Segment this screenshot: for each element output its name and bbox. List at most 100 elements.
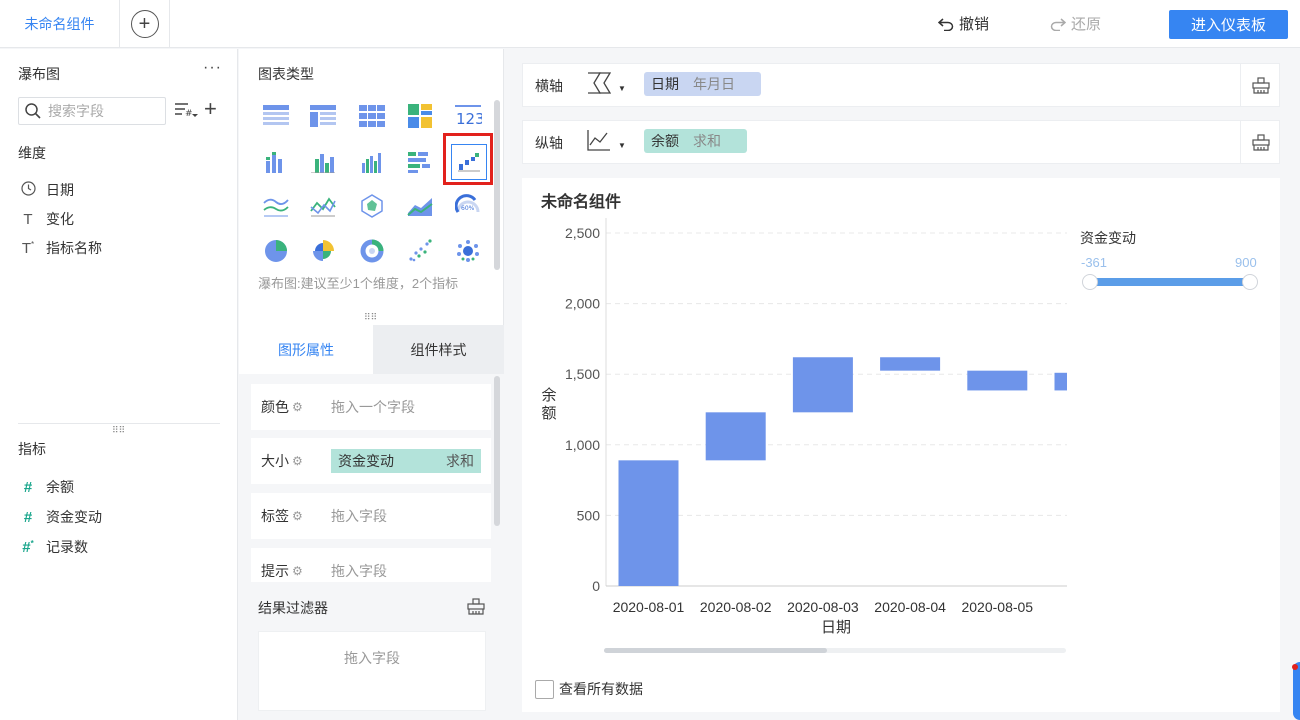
x-axis-clear-button[interactable] [1240,64,1280,106]
number-card-icon[interactable]: 123 [451,99,485,133]
donut-chart-icon[interactable] [355,234,389,268]
gear-icon[interactable]: ⚙ [292,454,303,468]
field-sort-icon[interactable]: # [174,101,198,122]
legend-range-slider[interactable] [1089,278,1256,286]
filter-clear-icon[interactable] [467,598,485,618]
view-all-data-toggle[interactable]: 查看所有数据 [535,679,643,699]
undo-label: 撤销 [959,16,990,33]
property-tabs: 图形属性 组件样式 [239,325,504,374]
tab-unnamed-widget[interactable]: 未命名组件 [0,0,120,48]
panel-resize-grip[interactable]: ⠿⠿ [112,425,125,436]
add-tab-button[interactable]: + [120,0,170,48]
legend-min-value: -361 [1081,255,1108,270]
scatter-chart-icon[interactable] [403,234,437,268]
axis-sort-icon[interactable] [587,72,612,97]
gear-icon[interactable]: ⚙ [292,564,303,578]
filter-placeholder: 拖入字段 [344,650,400,666]
tab-component-style[interactable]: 组件样式 [373,325,504,374]
drop-zone-tooltip[interactable]: 拖入字段 [331,561,387,581]
grid-table-icon[interactable] [355,99,389,133]
gear-icon[interactable]: ⚙ [292,400,303,414]
chip-agg: 求和 [446,453,474,469]
metric-item-fund-change[interactable]: # 资金变动 [20,507,102,527]
prop-row-tooltip[interactable]: 提示 ⚙ 拖入字段 [251,548,491,582]
x-axis-field-chip[interactable]: 日期 年月日 [644,72,761,96]
horizontal-bar-icon[interactable] [403,145,437,179]
prop-row-color[interactable]: 颜色 ⚙ 拖入一个字段 [251,384,491,430]
x-tick-label: 2020-08-02 [700,599,772,615]
y-tick-label: 0 [592,578,600,594]
panel-divider [18,423,220,424]
y-tick-label: 2,500 [565,225,600,241]
y-axis-clear-button[interactable] [1240,121,1280,163]
waterfall-chart: 0 500 1,000 1,500 2,000 2,500 余额 2020-08-01 2020… [541,218,1067,636]
chevron-down-icon[interactable]: ▼ [618,141,626,150]
y-axis-row: 纵轴 ▼ 余额 求和 [522,120,1280,164]
mid-panel-grip[interactable]: ⠿⠿ [364,312,377,323]
chip-sub: 年月日 [693,76,735,92]
redo-button[interactable]: 还原 [1050,13,1101,34]
assistant-float-button[interactable] [1293,662,1300,720]
svg-text:60%: 60% [461,205,475,212]
heatmap-table-icon[interactable] [403,99,437,133]
table-chart-icon[interactable] [259,99,293,133]
chip-field: 余额 [651,133,679,149]
drop-zone-label[interactable]: 拖入字段 [331,506,387,526]
dimension-item-date[interactable]: 日期 [20,180,74,200]
view-all-label: 查看所有数据 [559,681,643,697]
broom-icon [1251,133,1270,151]
view-all-checkbox[interactable] [535,679,554,699]
add-field-icon[interactable]: + [204,98,217,120]
x-tick-label: 2020-08-05 [961,599,1033,615]
radar-chart-icon[interactable] [355,189,389,223]
dimension-item-metric-name[interactable]: T* 指标名称 [20,238,102,258]
grouped-bar-icon[interactable] [355,145,389,179]
dataset-title: 瀑布图 [18,66,60,82]
chip-field: 资金变动 [338,453,394,469]
dimension-label: 指标名称 [46,240,102,256]
search-icon [25,103,41,119]
slider-min-handle[interactable] [1082,274,1098,290]
chevron-down-icon[interactable]: ▼ [618,84,626,93]
prop-label: 提示 [261,563,289,579]
metric-item-balance[interactable]: # 余额 [20,477,74,497]
polyline-chart-icon[interactable] [306,189,340,223]
size-field-chip[interactable]: 资金变动 求和 [331,449,481,473]
legend-max-value: 900 [1235,255,1257,270]
slider-max-handle[interactable] [1242,274,1258,290]
text-t-star-icon: T* [21,239,35,257]
tab-graphic-properties[interactable]: 图形属性 [239,325,373,374]
more-icon[interactable]: ··· [203,59,222,77]
undo-button[interactable]: 撤销 [938,13,989,34]
waterfall-bar [880,357,941,371]
enter-dashboard-button[interactable]: 进入仪表板 [1169,10,1288,39]
waterfall-chart-icon[interactable] [451,144,487,180]
legend-title: 资金变动 [1080,230,1136,246]
rose-chart-icon[interactable] [306,234,340,268]
property-scrollbar[interactable] [494,376,500,526]
metric-item-record-count[interactable]: #* 记录数 [20,537,88,557]
bubble-chart-icon[interactable] [451,234,485,268]
search-input[interactable] [48,103,158,119]
filter-drop-zone[interactable]: 拖入字段 [258,631,486,711]
drop-zone-color[interactable]: 拖入一个字段 [331,397,415,417]
bar-chart-icon[interactable] [306,145,340,179]
scrollbar-thumb[interactable] [604,648,827,653]
stacked-bar-icon[interactable] [259,145,293,179]
prop-label: 大小 [261,453,289,469]
line-chart-icon[interactable] [259,189,293,223]
prop-row-label[interactable]: 标签 ⚙ 拖入字段 [251,493,491,539]
dimension-item-change[interactable]: T 变化 [20,209,74,229]
metrics-heading: 指标 [18,441,46,457]
axis-line-icon[interactable] [587,129,611,154]
cross-table-icon[interactable] [306,99,340,133]
area-chart-icon[interactable] [403,189,437,223]
chart-type-scrollbar[interactable] [494,100,500,270]
y-axis-field-chip[interactable]: 余额 求和 [644,129,747,153]
gauge-chart-icon[interactable]: 60% [451,189,485,223]
prop-row-size[interactable]: 大小 ⚙ 资金变动 求和 [251,438,491,484]
y-axis-label: 纵轴 [535,135,563,151]
gear-icon[interactable]: ⚙ [292,509,303,523]
pie-chart-icon[interactable] [259,234,293,268]
y-tick-label: 1,000 [565,437,600,453]
